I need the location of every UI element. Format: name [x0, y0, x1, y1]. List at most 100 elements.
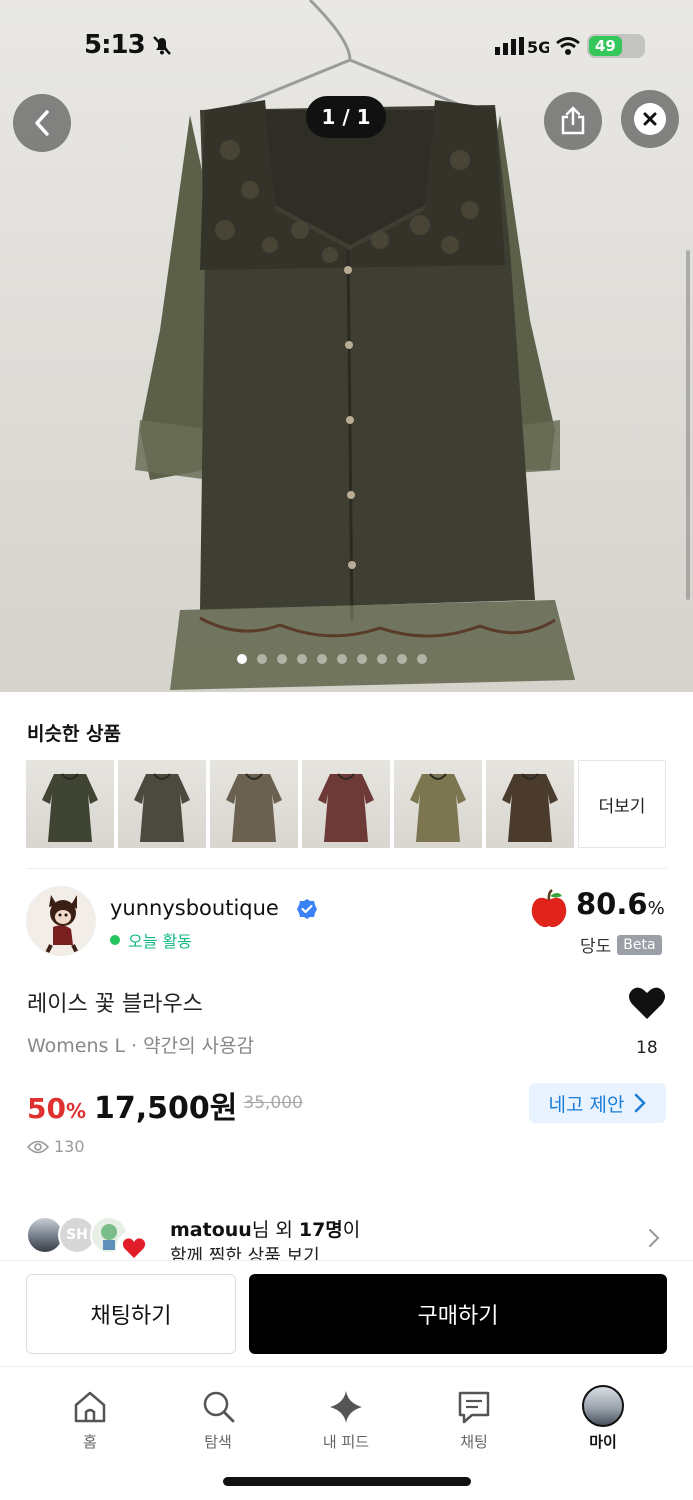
original-price: 35,000 — [243, 1093, 303, 1113]
share-button[interactable] — [544, 92, 602, 150]
thumb-garment — [502, 773, 558, 842]
verified-badge-icon — [297, 899, 317, 919]
current-price: 17,500원 — [94, 1091, 238, 1126]
divider — [26, 868, 667, 869]
similar-product-thumb[interactable] — [26, 760, 114, 848]
tab-label: 마이 — [589, 1433, 617, 1451]
coliked-count: 17명 — [298, 1219, 343, 1241]
coliked-products-link[interactable]: SH matouu님 외 17명이 함께 찜한 상품 보기 — [26, 1212, 667, 1260]
activity-label: 오늘 활동 — [128, 932, 192, 951]
back-button[interactable] — [13, 94, 71, 152]
carousel-dot[interactable] — [297, 654, 307, 664]
product-meta: Womens L · 약간의 사용감 — [27, 1035, 255, 1057]
score-unit: % — [647, 898, 665, 919]
offer-label: 네고 제안 — [548, 1093, 625, 1116]
view-count-value: 130 — [54, 1137, 85, 1156]
buy-button[interactable]: 구매하기 — [249, 1274, 667, 1354]
coliked-summary: matouu님 외 17명이 — [170, 1215, 360, 1242]
carousel-dot[interactable] — [337, 654, 347, 664]
chevron-left-icon — [35, 110, 49, 136]
tab-chat[interactable]: 채팅 — [434, 1387, 514, 1452]
heart-icon[interactable] — [628, 985, 666, 1021]
similar-product-thumb[interactable] — [210, 760, 298, 848]
thumb-garment — [134, 773, 190, 842]
score-value: 80.6 — [576, 887, 648, 921]
product-title: 레이스 꽃 블라우스 — [27, 992, 203, 1017]
coliked-cta: 함께 찜한 상품 보기 — [170, 1246, 320, 1260]
status-time: 5:13 — [84, 30, 146, 60]
chat-icon — [458, 1391, 490, 1424]
coliked-suffix-2: 이 — [342, 1219, 361, 1241]
bell-off-icon — [153, 36, 171, 55]
chat-button[interactable]: 채팅하기 — [26, 1274, 236, 1354]
battery-indicator: 49 — [587, 34, 645, 58]
thumb-garment — [410, 773, 466, 842]
beta-badge: Beta — [617, 934, 662, 955]
carousel-dot[interactable] — [277, 654, 287, 664]
apple-icon — [531, 889, 567, 928]
my-avatar — [582, 1385, 624, 1427]
carousel-dot[interactable] — [377, 654, 387, 664]
tab-label: 홈 — [83, 1433, 97, 1451]
tab-my[interactable]: 마이 — [563, 1385, 643, 1452]
battery-level: 49 — [589, 36, 622, 56]
tab-label: 내 피드 — [322, 1433, 370, 1451]
discount-rate: 50 — [27, 1092, 66, 1125]
home-icon — [74, 1391, 106, 1423]
tab-explore[interactable]: 탐색 — [178, 1387, 258, 1452]
product-image-carousel[interactable]: 5:13 5G 49 1 / 1 — [0, 0, 693, 692]
scrollbar[interactable] — [686, 250, 690, 600]
discount-unit: % — [65, 1099, 87, 1123]
price-row: 50 % 17,500원 35,000 — [27, 1083, 303, 1127]
svg-text:5G: 5G — [527, 38, 549, 55]
sparkle-icon — [330, 1391, 362, 1423]
tab-my-feed[interactable]: 내 피드 — [306, 1387, 386, 1452]
tab-label: 채팅 — [460, 1433, 488, 1451]
carousel-dot[interactable] — [357, 654, 367, 664]
status-bar: 5:13 5G 49 — [0, 0, 693, 95]
similar-product-thumb[interactable] — [302, 760, 390, 848]
share-icon — [561, 106, 585, 135]
avatar-image — [27, 887, 95, 955]
seller-avatar[interactable] — [26, 886, 96, 956]
coliked-user: matouu — [170, 1219, 252, 1241]
similar-product-thumb[interactable] — [394, 760, 482, 848]
carousel-dot[interactable] — [317, 654, 327, 664]
eye-icon — [27, 1140, 49, 1153]
image-counter: 1 / 1 — [306, 96, 386, 138]
signal-icon: 5G — [495, 37, 549, 55]
red-heart-icon — [122, 1238, 146, 1258]
similar-product-thumb[interactable] — [118, 760, 206, 848]
carousel-dots — [237, 654, 427, 664]
carousel-dot[interactable] — [237, 654, 247, 664]
chevron-right-icon — [649, 1229, 660, 1247]
search-icon — [203, 1391, 235, 1423]
sweetness-label-row: 당도 Beta — [580, 932, 662, 957]
home-indicator — [223, 1477, 471, 1486]
similar-product-thumb[interactable] — [486, 760, 574, 848]
view-count: 130 — [27, 1137, 85, 1156]
online-dot-icon — [110, 935, 120, 945]
close-button[interactable] — [621, 90, 679, 148]
price-offer-button[interactable]: 네고 제안 — [529, 1083, 666, 1123]
carousel-dot[interactable] — [257, 654, 267, 664]
sweetness-score: 80.6% — [576, 887, 665, 921]
close-icon — [643, 112, 657, 126]
thumb-garment — [42, 773, 98, 842]
carousel-dot[interactable] — [417, 654, 427, 664]
tab-home[interactable]: 홈 — [50, 1387, 130, 1452]
coliked-suffix: 님 외 — [251, 1219, 299, 1241]
sweetness-label: 당도 — [580, 937, 612, 957]
tab-label: 탐색 — [204, 1433, 232, 1451]
carousel-dot[interactable] — [397, 654, 407, 664]
similar-products-title: 비슷한 상품 — [27, 723, 122, 745]
thumb-garment — [226, 773, 282, 842]
seller-activity: 오늘 활동 — [110, 928, 192, 952]
see-more-button[interactable]: 더보기 — [578, 760, 666, 848]
thumb-garment — [318, 773, 374, 842]
wifi-icon — [556, 37, 580, 55]
similar-products-list: 더보기 — [26, 760, 666, 848]
chevron-right-icon — [635, 1093, 647, 1113]
action-bar: 채팅하기 구매하기 — [0, 1260, 693, 1366]
seller-name[interactable]: yunnysboutique — [110, 896, 279, 920]
